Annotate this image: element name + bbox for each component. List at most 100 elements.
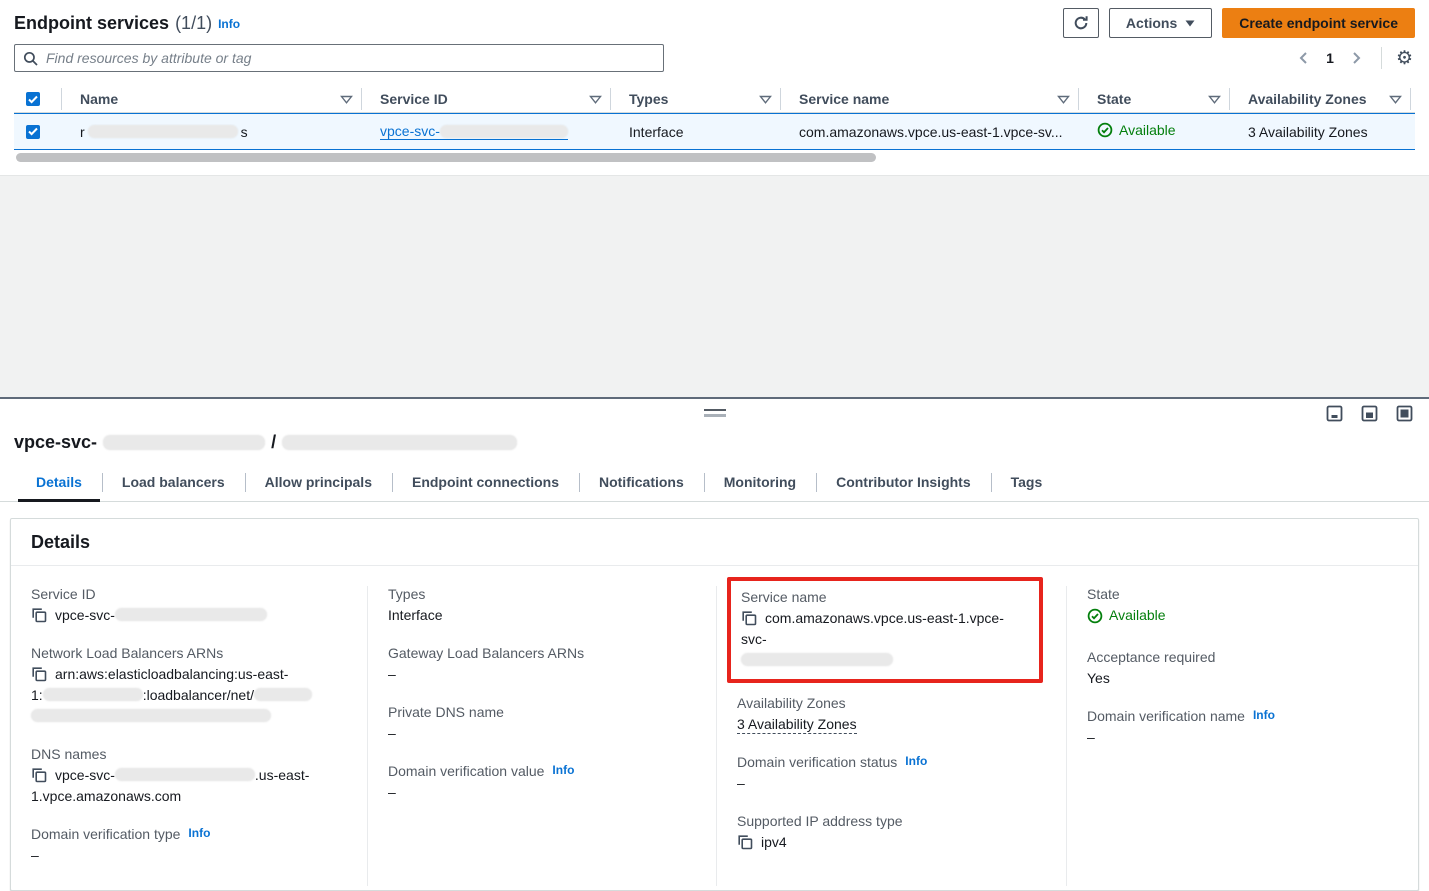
horizontal-scrollbar-thumb[interactable] bbox=[16, 153, 876, 162]
supported-ip-value: ipv4 bbox=[761, 834, 787, 850]
redacted-title-name bbox=[282, 435, 517, 450]
info-link[interactable]: Info bbox=[188, 826, 210, 840]
field-state: State Available bbox=[1087, 586, 1402, 630]
row-availability-zones-cell: 3 Availability Zones bbox=[1230, 124, 1411, 140]
page-title: Endpoint services (1/1) Info bbox=[14, 13, 240, 34]
details-card: Details Service ID vpce-svc- Network Loa… bbox=[10, 518, 1419, 891]
resize-handle-icon[interactable] bbox=[704, 409, 726, 417]
previous-page-button[interactable] bbox=[1291, 48, 1316, 68]
filter-triangle-icon[interactable] bbox=[340, 95, 353, 104]
column-header-types[interactable]: Types bbox=[611, 88, 781, 110]
tab-load-balancers[interactable]: Load balancers bbox=[102, 466, 245, 501]
select-all-checkbox[interactable] bbox=[26, 92, 40, 106]
row-checkbox[interactable] bbox=[26, 125, 40, 139]
row-name-cell: rs bbox=[62, 124, 362, 140]
page-number[interactable]: 1 bbox=[1320, 50, 1340, 66]
field-private-dns: Private DNS name – bbox=[388, 704, 700, 744]
availability-zones-popover-link[interactable]: 3 Availability Zones bbox=[1248, 124, 1368, 140]
refresh-button[interactable] bbox=[1063, 8, 1099, 38]
column-header-state[interactable]: State bbox=[1079, 88, 1230, 110]
filter-search[interactable] bbox=[14, 44, 664, 72]
tab-allow-principals[interactable]: Allow principals bbox=[245, 466, 392, 501]
table-header-row: Name Service ID Types Service name State… bbox=[14, 86, 1415, 113]
create-endpoint-service-button[interactable]: Create endpoint service bbox=[1222, 8, 1415, 38]
field-label: State bbox=[1087, 586, 1402, 602]
column-header-service-id[interactable]: Service ID bbox=[362, 88, 611, 110]
redacted-service-name-tail bbox=[741, 653, 893, 666]
row-select-cell bbox=[14, 125, 62, 139]
copy-icon[interactable] bbox=[31, 666, 47, 682]
copy-icon[interactable] bbox=[741, 610, 757, 626]
pagination-divider bbox=[1381, 47, 1382, 69]
info-link[interactable]: Info bbox=[905, 754, 927, 768]
row-service-id-cell: vpce-svc- bbox=[362, 123, 611, 140]
tab-contributor-insights[interactable]: Contributor Insights bbox=[816, 466, 991, 501]
dns-name-value: 1.vpce.amazonaws.com bbox=[31, 786, 351, 807]
field-value: – bbox=[31, 845, 351, 866]
field-domain-verification-value: Domain verification value Info – bbox=[388, 763, 700, 803]
redacted-arn-tail bbox=[31, 709, 271, 722]
column-header-name[interactable]: Name bbox=[62, 88, 362, 110]
panel-layout-buttons bbox=[1326, 405, 1413, 422]
field-glb-arns: Gateway Load Balancers ARNs – bbox=[388, 645, 700, 685]
status-label: Available bbox=[1109, 605, 1166, 626]
field-service-name: Service name com.amazonaws.vpce.us-east-… bbox=[741, 589, 1029, 671]
tab-tags[interactable]: Tags bbox=[991, 466, 1063, 501]
filter-triangle-icon[interactable] bbox=[1389, 95, 1402, 104]
nlb-arn-line2: 1: bbox=[31, 687, 43, 703]
table-row[interactable]: rs vpce-svc- Interface com.amazonaws.vpc… bbox=[14, 113, 1415, 150]
filter-triangle-icon[interactable] bbox=[1208, 95, 1221, 104]
next-page-button[interactable] bbox=[1344, 48, 1369, 68]
column-header-label: Name bbox=[80, 91, 118, 107]
refresh-icon bbox=[1073, 15, 1089, 31]
redacted-service-id bbox=[115, 608, 267, 621]
tab-details[interactable]: Details bbox=[16, 466, 102, 501]
field-domain-verification-name: Domain verification name Info – bbox=[1087, 708, 1402, 748]
field-label: Types bbox=[388, 586, 700, 602]
actions-button[interactable]: Actions bbox=[1109, 8, 1212, 38]
details-column-3: Service name com.amazonaws.vpce.us-east-… bbox=[716, 586, 1066, 886]
info-link[interactable]: Info bbox=[552, 763, 574, 777]
search-icon bbox=[23, 51, 38, 66]
copy-icon[interactable] bbox=[31, 607, 47, 623]
details-column-2: Types Interface Gateway Load Balancers A… bbox=[367, 586, 716, 886]
info-link[interactable]: Info bbox=[1253, 708, 1275, 722]
search-input[interactable] bbox=[44, 49, 655, 67]
column-header-label: Types bbox=[629, 91, 668, 107]
panel-size-medium-icon[interactable] bbox=[1361, 405, 1378, 422]
service-id-link[interactable]: vpce-svc- bbox=[380, 123, 568, 140]
column-header-service-name[interactable]: Service name bbox=[781, 88, 1079, 110]
column-header-label: State bbox=[1097, 91, 1131, 107]
details-card-body: Service ID vpce-svc- Network Load Balanc… bbox=[11, 566, 1418, 890]
tab-monitoring[interactable]: Monitoring bbox=[704, 466, 816, 501]
info-link[interactable]: Info bbox=[218, 17, 240, 31]
service-id-prefix: vpce-svc- bbox=[380, 123, 440, 139]
dns-name-value: .us-east- bbox=[255, 767, 309, 783]
tab-endpoint-connections[interactable]: Endpoint connections bbox=[392, 466, 579, 501]
copy-icon[interactable] bbox=[31, 767, 47, 783]
service-name-value: com.amazonaws.vpce.us-east-1.vpce-svc- bbox=[741, 610, 1004, 647]
tab-notifications[interactable]: Notifications bbox=[579, 466, 704, 501]
field-domain-verification-type: Domain verification type Info – bbox=[31, 826, 351, 866]
copy-icon[interactable] bbox=[737, 834, 753, 850]
field-value: – bbox=[1087, 727, 1402, 748]
filter-triangle-icon[interactable] bbox=[589, 95, 602, 104]
service-name-highlight-box: Service name com.amazonaws.vpce.us-east-… bbox=[727, 577, 1043, 683]
availability-zones-popover-link[interactable]: 3 Availability Zones bbox=[737, 716, 857, 734]
filter-triangle-icon[interactable] bbox=[759, 95, 772, 104]
field-label: DNS names bbox=[31, 746, 351, 762]
column-header-clipped[interactable]: A bbox=[1411, 88, 1429, 110]
field-label: Service name bbox=[741, 589, 1029, 605]
field-label: Supported IP address type bbox=[737, 813, 1050, 829]
horizontal-scrollbar-track[interactable] bbox=[8, 153, 1421, 162]
preferences-gear-icon[interactable]: ⚙ bbox=[1394, 49, 1415, 68]
filter-triangle-icon[interactable] bbox=[1057, 95, 1070, 104]
row-state-cell: Available bbox=[1079, 122, 1230, 141]
actions-button-label: Actions bbox=[1126, 15, 1177, 31]
redacted-name bbox=[88, 125, 238, 138]
column-header-availability-zones[interactable]: Availability Zones bbox=[1230, 88, 1411, 110]
panel-size-large-icon[interactable] bbox=[1396, 405, 1413, 422]
panel-size-small-icon[interactable] bbox=[1326, 405, 1343, 422]
field-label: Availability Zones bbox=[737, 695, 1050, 711]
field-service-id: Service ID vpce-svc- bbox=[31, 586, 351, 626]
